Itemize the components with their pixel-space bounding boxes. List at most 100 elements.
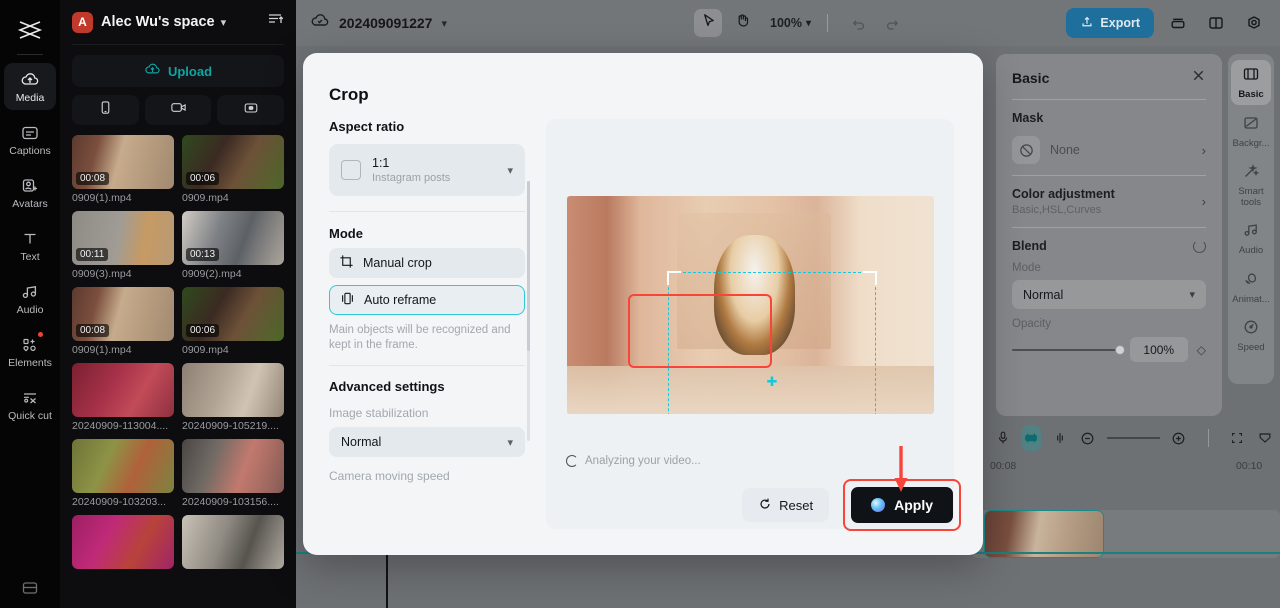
timeline-zoom-slider[interactable] xyxy=(1106,437,1160,439)
media-thumbnail[interactable] xyxy=(182,363,284,417)
mask-selector-row[interactable]: None › xyxy=(1012,136,1206,164)
timeline-view-icon[interactable] xyxy=(1256,426,1274,450)
record-screen-button[interactable] xyxy=(217,95,285,125)
media-thumbnail[interactable]: 00:06 xyxy=(182,135,284,189)
split-clip-icon[interactable] xyxy=(1051,426,1069,450)
fit-to-screen-icon[interactable] xyxy=(1228,426,1246,450)
layout-grid-icon[interactable] xyxy=(20,578,40,598)
slider-knob[interactable] xyxy=(1114,344,1125,355)
page-title: Basic xyxy=(1012,70,1050,86)
right-rail-item-smart-tools[interactable]: Smart tools xyxy=(1231,157,1271,212)
opacity-control-row: 100% ◇ xyxy=(1012,337,1206,362)
media-item[interactable]: 00:13 0909(2).mp4 xyxy=(182,211,284,280)
right-rail-item-label: Basic xyxy=(1238,89,1264,100)
media-item[interactable]: 00:06 0909.mp4 xyxy=(182,287,284,356)
media-item[interactable]: 20240909-103203... xyxy=(72,439,174,508)
right-rail-item-label: Speed xyxy=(1237,342,1265,353)
timeline-clip[interactable] xyxy=(984,510,1104,558)
stack-layers-icon[interactable] xyxy=(1164,9,1192,37)
chevron-down-icon: ▾ xyxy=(507,436,513,449)
crop-handle-top-left[interactable] xyxy=(667,271,681,285)
zoom-in-icon[interactable] xyxy=(1170,426,1188,450)
sidebar-item-label: Audio xyxy=(16,304,44,316)
red-down-arrow-icon xyxy=(893,446,909,494)
media-thumbnail[interactable]: 00:08 xyxy=(72,135,174,189)
reset-circle-icon[interactable] xyxy=(1193,239,1206,253)
media-thumbnail[interactable]: 00:06 xyxy=(182,287,284,341)
chevron-down-icon: ▾ xyxy=(805,17,812,29)
media-item[interactable] xyxy=(182,515,284,572)
video-preview[interactable]: ✚ xyxy=(567,196,934,414)
color-adjustment-row[interactable]: Color adjustment Basic,HSL,Curves › xyxy=(1012,187,1206,216)
sidebar-item-captions[interactable]: Captions xyxy=(4,116,56,163)
sidebar-item-quick-cut[interactable]: Quick cut xyxy=(4,381,56,428)
chevron-down-icon[interactable]: ▾ xyxy=(221,16,227,29)
microphone-icon[interactable] xyxy=(994,426,1012,450)
aspect-ratio-select[interactable]: 1:1 Instagram posts ▾ xyxy=(329,144,525,196)
toolbar-divider xyxy=(827,14,829,32)
media-item[interactable]: 20240909-105219.... xyxy=(182,363,284,432)
background-icon xyxy=(1242,114,1260,137)
media-thumbnail[interactable]: 00:11 xyxy=(72,211,174,265)
media-item[interactable]: 00:08 0909(1).mp4 xyxy=(72,287,174,356)
settings-gear-icon[interactable] xyxy=(1240,9,1268,37)
hand-tool-button[interactable] xyxy=(728,9,756,37)
media-item[interactable] xyxy=(72,515,174,572)
media-thumbnail[interactable] xyxy=(72,515,174,569)
zoom-level-control[interactable]: 100% ▾ xyxy=(770,16,811,30)
advanced-settings-label: Advanced settings xyxy=(329,379,445,394)
sort-icon[interactable] xyxy=(267,11,284,33)
undo-button[interactable] xyxy=(844,9,872,37)
sidebar-item-media[interactable]: Media xyxy=(4,63,56,110)
crop-handle-top-right[interactable] xyxy=(863,271,877,285)
settings-scrollbar[interactable] xyxy=(527,181,530,441)
mode-option-manual-crop[interactable]: Manual crop xyxy=(329,248,525,278)
close-icon[interactable] xyxy=(1191,68,1206,88)
chevron-down-icon[interactable]: ▾ xyxy=(441,17,447,30)
blend-mode-select[interactable]: Normal ▾ xyxy=(1012,280,1206,309)
media-thumbnail[interactable] xyxy=(72,439,174,493)
media-thumbnail[interactable] xyxy=(182,439,284,493)
redo-button[interactable] xyxy=(878,9,906,37)
media-item[interactable]: 00:08 0909(1).mp4 xyxy=(72,135,174,204)
upload-button[interactable]: Upload xyxy=(72,55,284,87)
opacity-slider[interactable] xyxy=(1012,344,1125,355)
media-thumbnail[interactable] xyxy=(182,515,284,569)
media-filename: 0909(2).mp4 xyxy=(182,268,242,280)
media-item[interactable]: 20240909-113004.... xyxy=(72,363,174,432)
media-item[interactable]: 00:06 0909.mp4 xyxy=(182,135,284,204)
right-rail-item-backgr[interactable]: Backgr... xyxy=(1231,109,1271,154)
zoom-out-icon[interactable] xyxy=(1079,426,1097,450)
export-button[interactable]: Export xyxy=(1066,8,1154,38)
right-rail-item-speed[interactable]: Speed xyxy=(1231,313,1271,358)
mode-option-auto-reframe[interactable]: Auto reframe xyxy=(329,285,525,315)
media-item[interactable]: 00:11 0909(3).mp4 xyxy=(72,211,174,280)
toolbar-center-tools: 100% ▾ xyxy=(694,9,906,37)
sidebar-item-audio[interactable]: Audio xyxy=(4,275,56,322)
import-from-phone-button[interactable] xyxy=(72,95,139,125)
media-thumbnail[interactable] xyxy=(72,363,174,417)
record-video-button[interactable] xyxy=(144,95,212,125)
crop-selection-box[interactable]: ✚ xyxy=(667,271,877,414)
opacity-value[interactable]: 100% xyxy=(1129,337,1188,362)
sidebar-item-avatars[interactable]: Avatars xyxy=(4,169,56,216)
media-thumbnail[interactable]: 00:08 xyxy=(72,287,174,341)
media-item[interactable]: 20240909-103156.... xyxy=(182,439,284,508)
media-thumbnail[interactable]: 00:13 xyxy=(182,211,284,265)
split-layout-icon[interactable] xyxy=(1202,9,1230,37)
image-stabilization-select[interactable]: Normal ▾ xyxy=(329,427,525,457)
media-duration-badge: 00:08 xyxy=(76,324,110,337)
sidebar-item-elements[interactable]: Elements xyxy=(4,328,56,375)
film-frame-icon xyxy=(1242,65,1260,88)
reset-button[interactable]: Reset xyxy=(742,488,830,522)
diamond-keyframe-icon[interactable]: ◇ xyxy=(1197,343,1206,357)
cursor-arrow-icon xyxy=(700,12,717,34)
blend-section-header: Blend xyxy=(1012,239,1206,253)
mode-label: Mode xyxy=(329,226,363,241)
sidebar-item-text[interactable]: Text xyxy=(4,222,56,269)
right-rail-item-animat[interactable]: Animat... xyxy=(1231,265,1271,310)
right-rail-item-audio[interactable]: Audio xyxy=(1231,216,1271,261)
right-rail-item-basic[interactable]: Basic xyxy=(1231,60,1271,105)
auto-captions-icon[interactable] xyxy=(1021,425,1042,451)
select-tool-button[interactable] xyxy=(694,9,722,37)
